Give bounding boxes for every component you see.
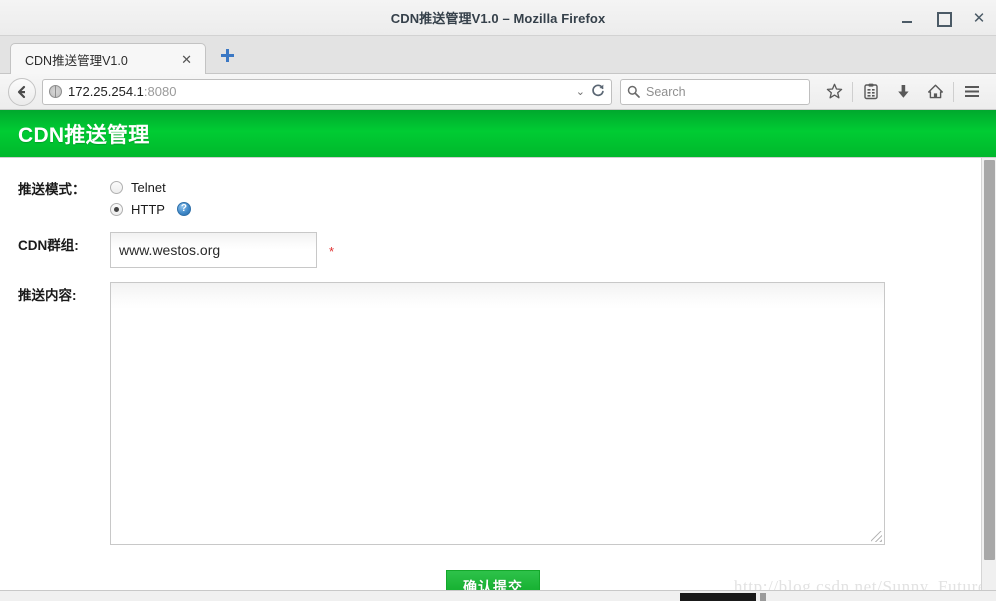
- menu-icon[interactable]: [956, 77, 988, 107]
- back-button[interactable]: [8, 77, 36, 106]
- reload-icon[interactable]: [591, 83, 607, 101]
- cdn-group-input[interactable]: www.westos.org: [110, 232, 317, 268]
- cdn-group-label: CDN群组:: [18, 238, 79, 253]
- page-banner: CDN推送管理: [0, 110, 996, 158]
- radio-option-telnet[interactable]: Telnet: [110, 176, 996, 198]
- form-row-cdn-group: CDN群组: www.westos.org *: [0, 232, 996, 268]
- home-icon[interactable]: [919, 77, 951, 107]
- push-mode-label: 推送模式：: [18, 182, 86, 197]
- plus-icon: [221, 49, 234, 62]
- toolbar-separator: [852, 81, 853, 102]
- navigation-toolbar: 172.25.254.1:8080 ⌄ Search: [0, 74, 996, 110]
- push-mode-options: Telnet HTTP ?: [110, 176, 996, 220]
- radio-option-http[interactable]: HTTP ?: [110, 198, 996, 220]
- tab-close-icon[interactable]: ✕: [176, 53, 197, 66]
- radio-http-icon[interactable]: [110, 202, 123, 216]
- horizontal-scrollbar-thumb-secondary[interactable]: [760, 593, 766, 601]
- vertical-scrollbar-thumb[interactable]: [984, 160, 995, 560]
- minimize-button[interactable]: [898, 9, 916, 27]
- close-button[interactable]: ✕: [970, 9, 988, 27]
- new-tab-button[interactable]: [220, 48, 235, 66]
- toolbar-separator: [953, 81, 954, 102]
- tab-cdn-push-management[interactable]: CDN推送管理V1.0 ✕: [10, 43, 206, 74]
- radio-telnet-icon[interactable]: [110, 180, 123, 194]
- home-shape: [927, 84, 943, 99]
- cdn-group-field: www.westos.org *: [110, 232, 996, 268]
- library-shape: [864, 83, 878, 100]
- required-marker: *: [329, 244, 335, 259]
- resize-grip-icon[interactable]: [871, 531, 882, 542]
- tab-strip: CDN推送管理V1.0 ✕: [0, 36, 996, 74]
- push-content-textarea[interactable]: [110, 282, 885, 545]
- browser-window: CDN推送管理V1.0 – Mozilla Firefox ✕ CDN推送管理V…: [0, 0, 996, 601]
- library-icon[interactable]: [855, 77, 887, 107]
- tab-label: CDN推送管理V1.0: [25, 53, 128, 68]
- hamburger-shape: [965, 86, 979, 97]
- push-content-field: [110, 282, 996, 545]
- reload-arrow-icon: [592, 83, 604, 96]
- search-icon: [627, 85, 640, 98]
- cdn-push-form: 推送模式： Telnet HTTP ? CDN群组: www.westos.or…: [0, 158, 996, 601]
- title-bar: CDN推送管理V1.0 – Mozilla Firefox ✕: [0, 0, 996, 36]
- radio-http-label: HTTP: [131, 201, 165, 217]
- url-port: :8080: [143, 84, 177, 99]
- help-question-icon[interactable]: ?: [176, 202, 191, 216]
- search-input[interactable]: Search: [620, 78, 810, 105]
- page-title: CDN推送管理: [18, 123, 150, 147]
- url-host: 172.25.254.1: [68, 84, 144, 99]
- page-content: CDN推送管理 推送模式： Telnet HTTP ? CDN群组: www.w…: [0, 110, 996, 601]
- maximize-button[interactable]: [934, 9, 952, 27]
- star-shape: [826, 83, 842, 99]
- url-bar[interactable]: 172.25.254.1:8080 ⌄: [42, 78, 612, 105]
- url-text: 172.25.254.1:8080: [68, 84, 570, 99]
- download-arrow-shape: [897, 85, 909, 98]
- downloads-icon[interactable]: [887, 77, 919, 107]
- radio-telnet-label: Telnet: [131, 179, 166, 195]
- horizontal-scrollbar-thumb[interactable]: [680, 593, 756, 601]
- chevron-down-icon[interactable]: ⌄: [570, 85, 591, 98]
- window-controls: ✕: [898, 0, 988, 36]
- back-arrow-icon: [17, 85, 26, 98]
- horizontal-scrollbar[interactable]: [0, 590, 996, 601]
- toolbar-icons: [818, 77, 988, 107]
- form-row-push-content: 推送内容:: [0, 282, 996, 545]
- form-row-push-mode: 推送模式： Telnet HTTP ?: [0, 176, 996, 220]
- bookmark-star-icon[interactable]: [818, 77, 850, 107]
- window-title: CDN推送管理V1.0 – Mozilla Firefox: [390, 11, 606, 26]
- vertical-scrollbar[interactable]: [981, 158, 996, 601]
- search-placeholder: Search: [646, 84, 686, 99]
- push-content-label: 推送内容:: [18, 288, 77, 303]
- globe-icon: [49, 85, 62, 98]
